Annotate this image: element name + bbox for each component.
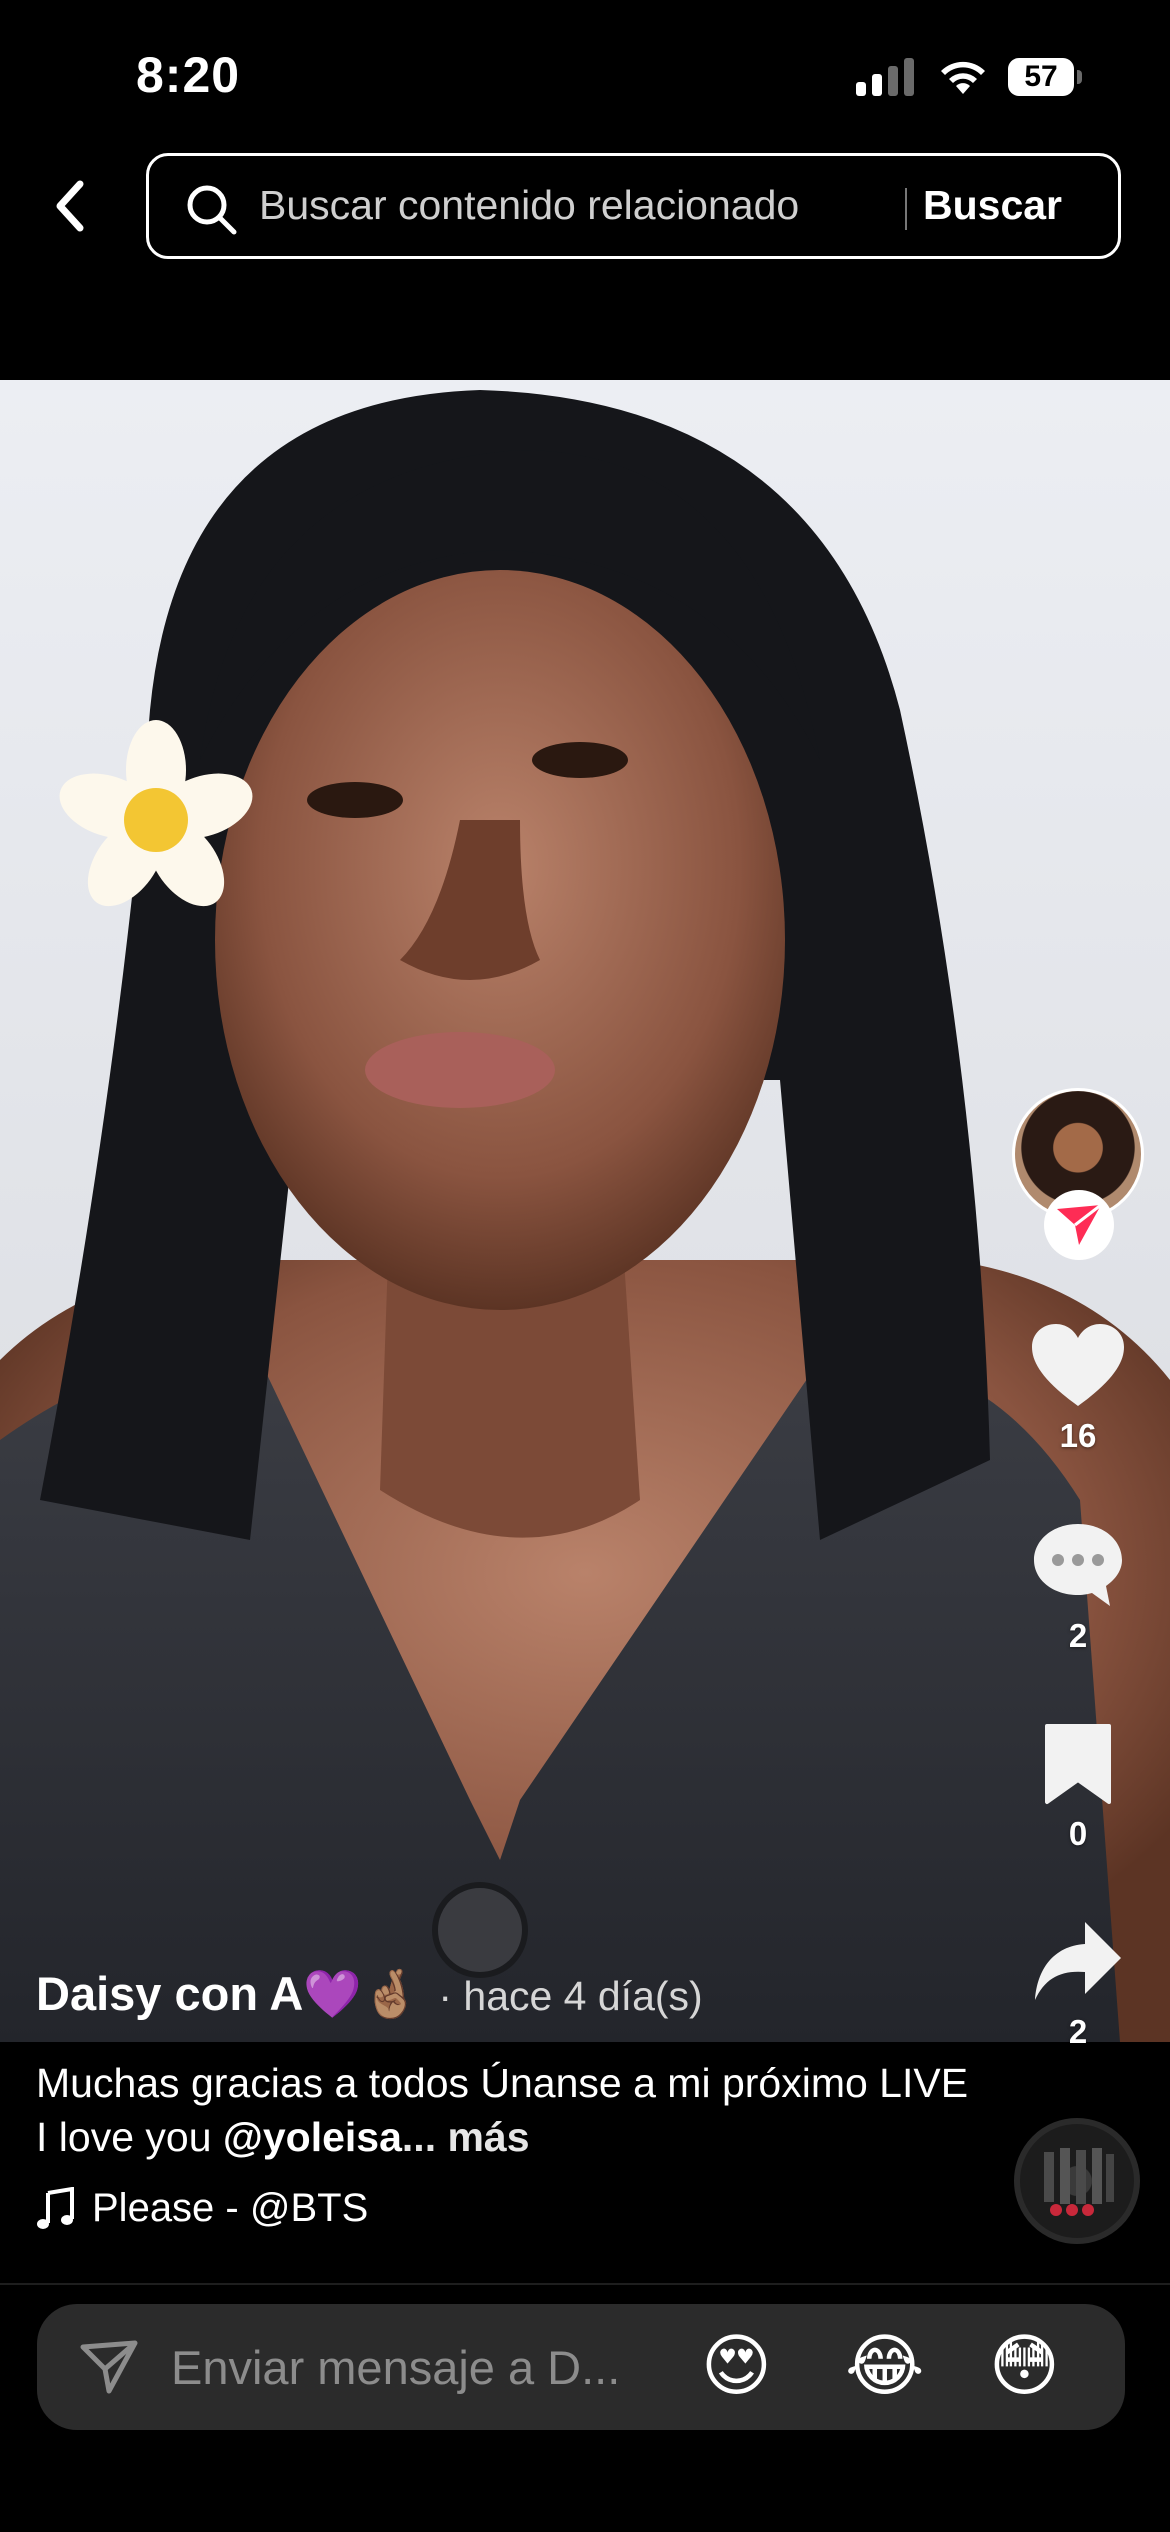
video-frame xyxy=(0,390,1170,2042)
share-icon xyxy=(1035,1922,1121,2000)
music-title: Please - @BTS xyxy=(92,2186,369,2230)
like-count: 16 xyxy=(1059,1417,1097,1454)
share-count: 2 xyxy=(1068,2013,1088,2050)
emoji-heart-eyes-button[interactable]: 😍 xyxy=(701,2326,772,2406)
save-count: 0 xyxy=(1068,1815,1088,1852)
search-icon xyxy=(187,185,237,235)
caption-more-link[interactable]: ... más xyxy=(402,2114,530,2160)
music-note-icon xyxy=(37,2186,74,2229)
follow-button[interactable] xyxy=(1044,1190,1114,1260)
follow-icon xyxy=(1057,1203,1102,1245)
album-art xyxy=(1044,2148,1114,2216)
divider xyxy=(0,2283,1170,2285)
send-icon xyxy=(80,2340,138,2394)
post-time: · hace 4 día(s) xyxy=(438,1973,703,2019)
caption-mention[interactable]: @yoleisa xyxy=(223,2114,402,2160)
search-placeholder: Buscar contenido relacionado xyxy=(259,182,800,228)
author-row: Daisy con A💜🤞🏽 · hace 4 día(s) xyxy=(36,1966,703,2022)
back-chevron-icon xyxy=(56,180,84,232)
comment-icon xyxy=(1034,1524,1122,1606)
battery-level: 57 xyxy=(1008,58,1074,96)
search-divider xyxy=(905,188,907,230)
battery-icon: 57 xyxy=(1008,58,1082,96)
wifi-icon xyxy=(941,61,985,94)
video-caption[interactable]: Muchas gracias a todos Únanse a mi próxi… xyxy=(36,2056,976,2164)
video-player[interactable] xyxy=(0,380,1170,2042)
author-name[interactable]: Daisy con A💜🤞🏽 xyxy=(36,1966,420,2022)
message-bar[interactable]: Enviar mensaje a D... 😍 😂 😳 xyxy=(37,2304,1125,2430)
search-input[interactable]: Buscar contenido relacionado Buscar xyxy=(146,153,1121,259)
like-action[interactable]: 16 xyxy=(1018,1322,1138,1455)
bookmark-icon xyxy=(1045,1724,1111,1804)
status-time: 8:20 xyxy=(136,47,241,103)
comment-count: 2 xyxy=(1068,1617,1088,1654)
heart-icon xyxy=(1032,1324,1124,1406)
status-bar: 8:20 57 xyxy=(0,0,1170,150)
message-input[interactable]: Enviar mensaje a D... xyxy=(171,2340,620,2395)
cellular-signal-icon xyxy=(856,58,916,96)
music-disc[interactable] xyxy=(1014,2118,1140,2244)
music-info[interactable]: Please - @BTS xyxy=(36,2186,368,2231)
comment-action[interactable]: 2 xyxy=(1018,1520,1138,1655)
search-button[interactable]: Buscar xyxy=(923,182,1062,229)
emoji-laughing-button[interactable]: 😂 xyxy=(845,2326,924,2406)
emoji-flushed-button[interactable]: 😳 xyxy=(989,2326,1060,2406)
save-action[interactable]: 0 xyxy=(1018,1722,1138,1853)
back-button[interactable] xyxy=(40,176,100,236)
share-action[interactable]: 2 xyxy=(1018,1918,1138,2051)
